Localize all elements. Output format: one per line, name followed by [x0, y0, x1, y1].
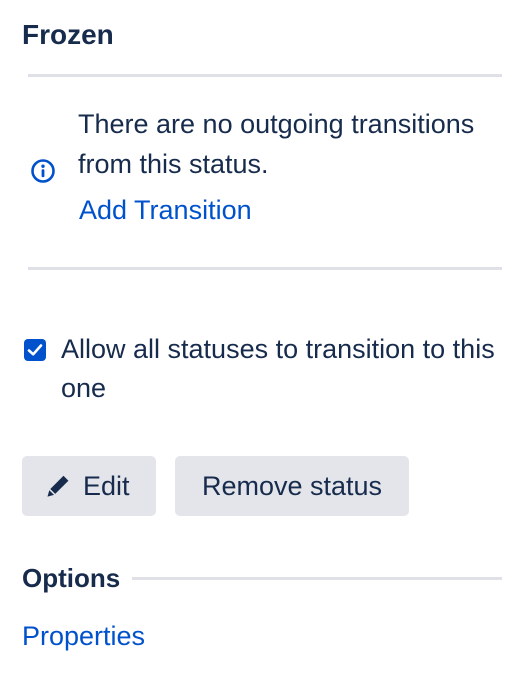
info-circle-icon [31, 159, 55, 183]
edit-button-label: Edit [83, 471, 130, 501]
edit-button[interactable]: Edit [22, 456, 156, 516]
bottom-divider [28, 267, 502, 270]
add-transition-link[interactable]: Add Transition [79, 192, 252, 228]
pencil-icon [47, 475, 69, 497]
options-divider [132, 577, 502, 580]
status-title: Frozen [22, 19, 114, 50]
allow-all-checkbox[interactable] [24, 339, 46, 361]
no-transitions-message: There are no outgoing transitions from t… [78, 109, 475, 179]
remove-status-button[interactable]: Remove status [175, 456, 409, 516]
top-divider [28, 74, 502, 77]
properties-link[interactable]: Properties [22, 618, 145, 654]
checkmark-icon [27, 344, 43, 356]
options-title: Options [22, 560, 129, 596]
allow-all-label[interactable]: Allow all statuses to transition to this… [61, 330, 501, 408]
options-section-header: Options [22, 560, 502, 596]
